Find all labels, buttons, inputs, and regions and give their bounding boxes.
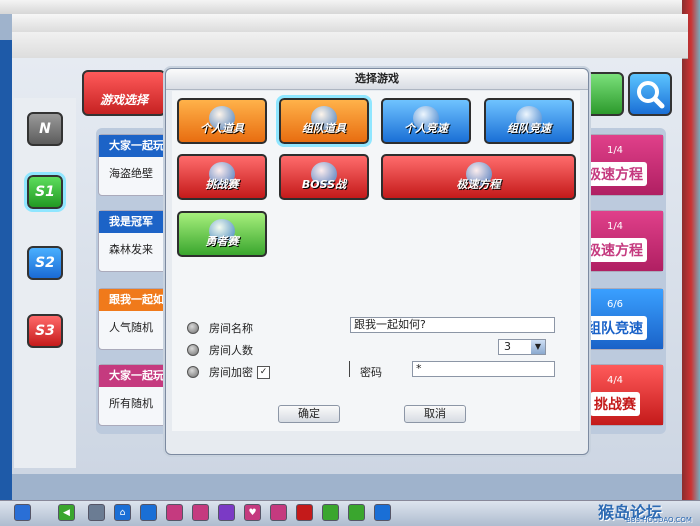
- room-size-select[interactable]: 3 ▼: [498, 339, 546, 355]
- game-challenge-button[interactable]: 挑战赛: [177, 154, 267, 200]
- game-formula-button[interactable]: 极速方程: [381, 154, 576, 200]
- bullet-icon: [187, 322, 199, 334]
- bullet-icon: [187, 344, 199, 356]
- app-toolbar: [12, 32, 688, 59]
- room-count: 1/4: [606, 220, 624, 232]
- password-label: 密码: [360, 366, 382, 379]
- watermark: 猴岛论坛 BBS.HOUDAO.COM: [598, 503, 692, 524]
- server-panel: [14, 98, 76, 468]
- home-icon[interactable]: ⌂: [114, 504, 131, 521]
- app-icon[interactable]: [322, 504, 339, 521]
- app-titlebar: [12, 14, 688, 33]
- room-name-row: 房间名称: [187, 320, 253, 336]
- heart-icon[interactable]: ♥: [244, 504, 261, 521]
- game-boss-button[interactable]: BOSS战: [279, 154, 369, 200]
- back-icon[interactable]: ◀: [58, 504, 75, 521]
- password-input[interactable]: *: [412, 361, 555, 377]
- room-count: 6/6: [606, 298, 624, 310]
- app-icon[interactable]: [374, 504, 391, 521]
- dialog-title: 选择游戏: [166, 69, 588, 90]
- room-size-row: 房间人数: [187, 342, 253, 358]
- room-mode: 极速方程: [583, 161, 647, 186]
- game-solo-race-button[interactable]: 个人竞速: [381, 98, 471, 144]
- game-team-race-button[interactable]: 组队竞速: [484, 98, 574, 144]
- server-s3-button[interactable]: S3: [27, 314, 63, 348]
- gift-icon[interactable]: [192, 504, 209, 521]
- room-size-label: 房间人数: [209, 344, 253, 357]
- room-mode: 挑战赛: [590, 391, 640, 416]
- room-mode: 极速方程: [583, 237, 647, 262]
- room-lock-checkbox[interactable]: ✓: [257, 365, 270, 379]
- game-solo-items-button[interactable]: 个人道具: [177, 98, 267, 144]
- server-s1-button[interactable]: S1: [24, 172, 66, 212]
- room-count: 1/4: [606, 144, 624, 156]
- left-decoration: [0, 40, 12, 500]
- server-n-button[interactable]: N: [27, 112, 63, 146]
- search-icon[interactable]: [628, 72, 672, 116]
- app-icon[interactable]: [348, 504, 365, 521]
- game-select-button[interactable]: 游戏选择: [82, 70, 166, 116]
- bullet-icon: [187, 366, 199, 378]
- book-icon[interactable]: [270, 504, 287, 521]
- server-s2-button[interactable]: S2: [27, 246, 63, 280]
- game-brave-button[interactable]: 勇者赛: [177, 211, 267, 257]
- divider: [349, 361, 350, 377]
- room-lock-label: 房间加密: [209, 366, 253, 379]
- app-icon[interactable]: [218, 504, 235, 521]
- app-icon[interactable]: [166, 504, 183, 521]
- password-row: 密码: [360, 364, 382, 380]
- game-team-items-button[interactable]: 组队道具: [276, 95, 372, 147]
- room-mode: 组队竞速: [583, 315, 647, 340]
- chevron-down-icon[interactable]: ▼: [531, 340, 545, 354]
- start-icon[interactable]: [14, 504, 31, 521]
- app-icon[interactable]: [88, 504, 105, 521]
- top-strip: [0, 0, 700, 14]
- room-name-input[interactable]: 跟我一起如何?: [350, 317, 555, 333]
- ok-button[interactable]: 确定: [278, 405, 340, 423]
- app-icon[interactable]: [296, 504, 313, 521]
- cancel-button[interactable]: 取消: [404, 405, 466, 423]
- right-decoration: [682, 0, 700, 500]
- room-lock-row: 房间加密 ✓: [187, 364, 270, 380]
- tool-icon[interactable]: [140, 504, 157, 521]
- room-count: 4/4: [606, 374, 624, 386]
- room-name-label: 房间名称: [209, 322, 253, 335]
